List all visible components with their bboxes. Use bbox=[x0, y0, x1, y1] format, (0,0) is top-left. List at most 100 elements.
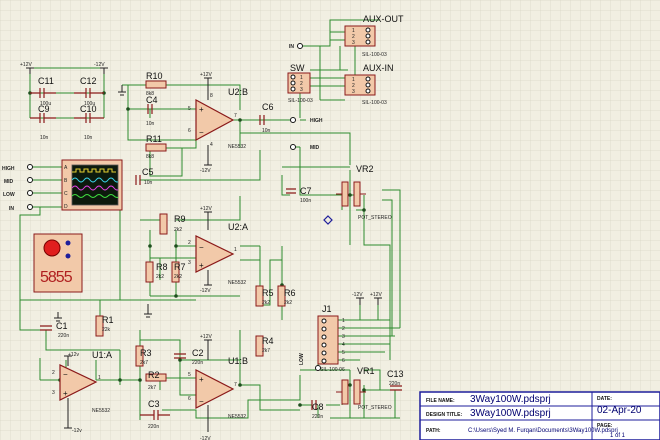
rail-neg-label-1: -12V bbox=[94, 62, 105, 68]
u2a-pin2: 2 bbox=[188, 240, 191, 246]
j1-ref: J1 bbox=[322, 304, 332, 314]
u2b-pin7: 7 bbox=[234, 113, 237, 119]
c7-val: 100n bbox=[300, 198, 311, 204]
c8-ref: C8 bbox=[312, 402, 324, 412]
u2b-pin6: 6 bbox=[188, 128, 191, 134]
date-value: 02-Apr-20 bbox=[597, 405, 642, 416]
r4-val: 2k7 bbox=[262, 348, 270, 354]
input-low-label: LOW bbox=[3, 192, 15, 198]
counter-timer: 5855 bbox=[33, 233, 83, 293]
oscilloscope: A B C D bbox=[61, 159, 123, 211]
vr1-ref: VR1 bbox=[357, 366, 375, 376]
sw-part: SIL-100-03 bbox=[288, 98, 313, 104]
design-title-label: DESIGN TITLE: bbox=[426, 412, 462, 418]
page-value: 1 of 1 bbox=[610, 433, 626, 439]
c8-val: 220n bbox=[312, 414, 323, 420]
r7-val: 2k2 bbox=[174, 274, 182, 280]
r3-ref: R3 bbox=[140, 348, 152, 358]
c6-ref: C6 bbox=[262, 102, 274, 112]
output-in-label: IN bbox=[289, 44, 294, 50]
c13-val: 220n bbox=[389, 381, 400, 387]
title-block: FILE NAME: 3Way100W.pdsprj DESIGN TITLE:… bbox=[419, 391, 660, 440]
aux-out-ref: AUX-OUT bbox=[363, 14, 404, 24]
r8-ref: R8 bbox=[156, 262, 168, 272]
u2b-pin8: 8 bbox=[210, 93, 213, 99]
vr2-ref: VR2 bbox=[356, 164, 374, 174]
u2a-pin1: 1 bbox=[234, 247, 237, 253]
r6-val: 2k2 bbox=[284, 300, 292, 306]
c4-val: 10n bbox=[146, 121, 155, 127]
u2b-pin4: 4 bbox=[210, 142, 213, 148]
r1-val: 22k bbox=[102, 327, 111, 333]
c5-val: 10n bbox=[144, 180, 153, 186]
rail-neg-label-3: -12V bbox=[200, 288, 211, 294]
aux-out-pin3: 3 bbox=[352, 40, 355, 46]
r5-val: 2k2 bbox=[262, 300, 270, 306]
rail-neg-label-4: -12V bbox=[200, 436, 211, 440]
svg-text:+: + bbox=[199, 261, 204, 270]
r3-val: 2k7 bbox=[140, 360, 148, 366]
u1a-part: NE5532 bbox=[92, 408, 110, 414]
aux-out-part: SIL-100-03 bbox=[362, 52, 387, 58]
j1-pin1: 1 bbox=[342, 318, 345, 324]
r8-body bbox=[145, 261, 154, 283]
design-title-value: 3Way100W.pdsprj bbox=[470, 408, 551, 419]
svg-text:−: − bbox=[199, 128, 204, 137]
c10-ref: C10 bbox=[80, 104, 97, 114]
u1b-pin7: 7 bbox=[234, 382, 237, 388]
c1-ref: C1 bbox=[56, 321, 68, 331]
c11-ref: C11 bbox=[38, 76, 54, 86]
c12-ref: C12 bbox=[80, 76, 97, 86]
c6-val: 10n bbox=[262, 128, 271, 134]
path-value: C:\Users\Syed M. Furqan\Documents\3Way10… bbox=[468, 428, 618, 434]
u2a-ref: U2:A bbox=[228, 222, 248, 232]
u2b-part: NE5532 bbox=[228, 144, 246, 150]
u2a-part: NE5532 bbox=[228, 280, 246, 286]
input-mid-label: MID bbox=[4, 179, 14, 185]
rail-pos-label-1: +12V bbox=[20, 62, 32, 68]
j1-pin3: 3 bbox=[342, 334, 345, 340]
u1a-pin3: 3 bbox=[52, 390, 55, 396]
c2-val: 220n bbox=[192, 360, 203, 366]
scope-channel-d: D bbox=[64, 204, 68, 210]
vr1-val: POT_STEREO bbox=[358, 405, 392, 411]
rail-pos-label-4: +12V bbox=[200, 334, 212, 340]
aux-in-pin3: 3 bbox=[352, 89, 355, 95]
rail-neg-label-2: -12V bbox=[200, 168, 211, 174]
u1a-ref: U1:A bbox=[92, 350, 112, 360]
rail-pos-label-3: +12V bbox=[200, 206, 212, 212]
date-label: DATE: bbox=[597, 396, 612, 402]
u2b-pin5: 5 bbox=[188, 106, 191, 112]
r4-ref: R4 bbox=[262, 336, 274, 346]
rail-pos-label-6: +12V bbox=[370, 292, 382, 298]
sw-pin3: 3 bbox=[300, 87, 303, 93]
u2a-pin3: 3 bbox=[188, 260, 191, 266]
c13-ref: C13 bbox=[387, 369, 404, 379]
r8-val: 2k2 bbox=[156, 274, 164, 280]
j1-pin4: 4 bbox=[342, 342, 345, 348]
r11-ref: R11 bbox=[146, 134, 162, 144]
c5-ref: C5 bbox=[142, 167, 154, 177]
c7-ref: C7 bbox=[300, 186, 312, 196]
c3-val: 220n bbox=[148, 424, 159, 430]
j1-pin6: 6 bbox=[342, 358, 345, 364]
svg-text:−: − bbox=[63, 370, 68, 379]
aux-in-part: SIL-100-03 bbox=[362, 100, 387, 106]
input-high-label: HIGH bbox=[2, 166, 15, 172]
r11-body bbox=[145, 143, 167, 152]
j1-part: SIL-100-06 bbox=[320, 367, 345, 373]
schematic-sheet: +12V -12V +12V -12V +12V -12V +12V -12V … bbox=[0, 0, 660, 440]
svg-text:−: − bbox=[199, 243, 204, 252]
r11-val: 8k8 bbox=[146, 154, 154, 160]
c9-ref: C9 bbox=[38, 104, 50, 114]
r9-val: 2k2 bbox=[174, 227, 182, 233]
u1a-pin2: 2 bbox=[52, 370, 55, 376]
rail-pos-label-5: +12v bbox=[68, 352, 79, 358]
j1-pin5: 5 bbox=[342, 350, 345, 356]
c10-val: 10n bbox=[84, 135, 93, 141]
sw-ref: SW bbox=[290, 63, 305, 73]
file-name-value: 3Way100W.pdsprj bbox=[470, 394, 551, 405]
output-low-label: LOW bbox=[299, 353, 305, 365]
r7-ref: R7 bbox=[174, 262, 186, 272]
c9-val: 10n bbox=[40, 135, 49, 141]
